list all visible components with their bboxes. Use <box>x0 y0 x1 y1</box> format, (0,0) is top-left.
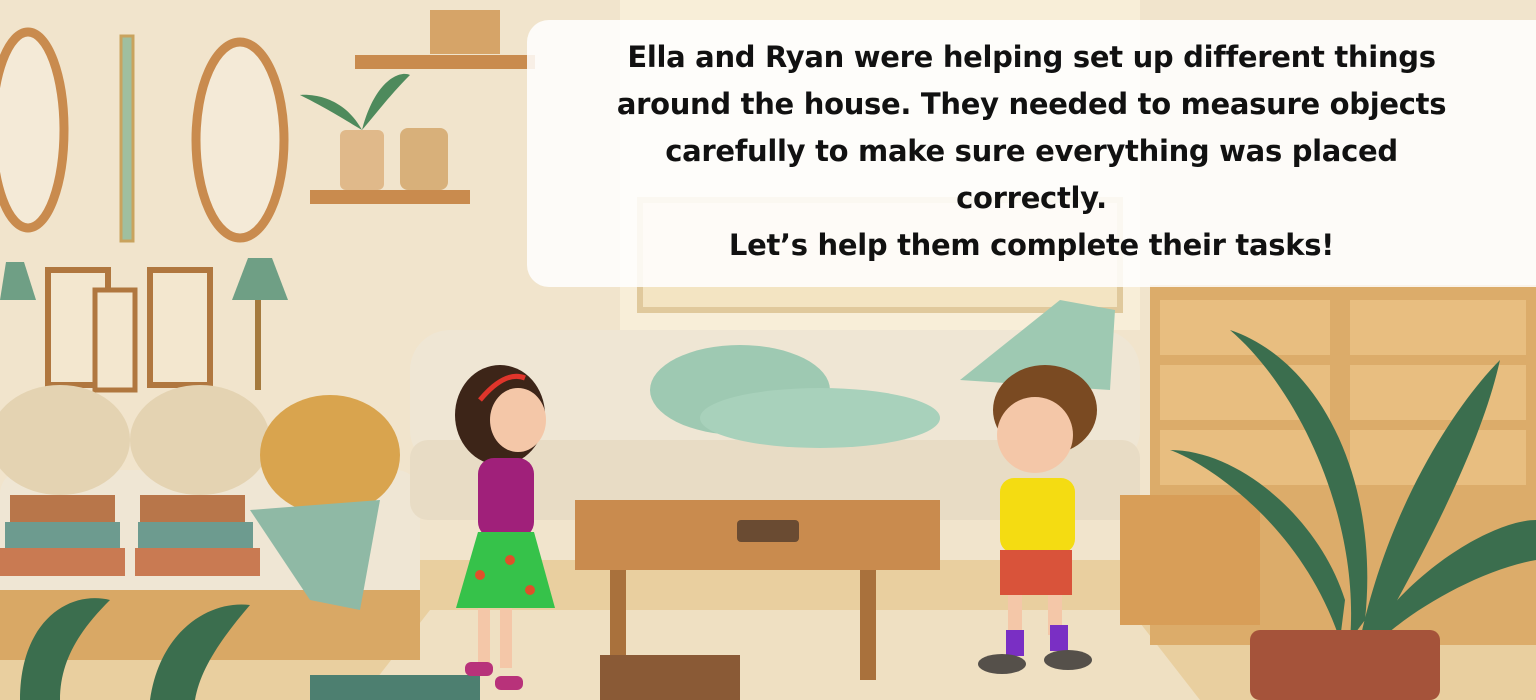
ryan-shorts <box>1000 550 1072 595</box>
story-line: Let’s help them complete their tasks! <box>728 228 1335 262</box>
book <box>138 522 253 548</box>
book <box>135 548 260 576</box>
ryan-sock <box>1006 630 1024 656</box>
dresser-drawer <box>1120 495 1260 625</box>
story-line: correctly. <box>956 181 1107 215</box>
book <box>10 495 115 523</box>
story-dialog-box: Ella and Ryan were helping set up differ… <box>527 20 1536 287</box>
sofa-pillow <box>130 385 270 495</box>
ryan-leg <box>1008 595 1022 635</box>
ella-leg <box>500 608 512 668</box>
skirt-flower <box>505 555 515 565</box>
lamp-stand <box>255 300 261 390</box>
skirt-flower <box>475 570 485 580</box>
wall-shelf <box>310 190 470 204</box>
dresser-drawer <box>1350 365 1526 420</box>
book <box>5 522 120 548</box>
story-line: Ella and Ryan were helping set up differ… <box>627 40 1436 74</box>
shelf-books <box>430 10 500 54</box>
book <box>140 495 245 523</box>
ella-shoe <box>495 676 523 690</box>
dresser-drawer <box>1160 300 1330 355</box>
wall-strip <box>119 34 135 243</box>
potted-plant-icon <box>340 130 384 190</box>
picture-frame <box>147 267 213 388</box>
story-line: around the house. They needed to measure… <box>616 87 1447 121</box>
plant-pot <box>1250 630 1440 700</box>
shelf-jar <box>400 128 448 190</box>
floor-book <box>600 655 740 700</box>
ryan-shoe <box>978 654 1026 674</box>
book <box>0 548 125 576</box>
ella-leg <box>478 608 490 668</box>
story-line: carefully to make sure everything was pl… <box>665 134 1398 168</box>
table-object <box>737 520 799 542</box>
skirt-flower <box>525 585 535 595</box>
oval-mirror-icon <box>0 27 69 233</box>
ryan-shirt <box>1000 478 1075 553</box>
ryan-shoe <box>1044 650 1092 670</box>
ella-top <box>478 458 534 538</box>
green-pillow <box>700 388 940 448</box>
oval-mirror-icon <box>191 37 289 243</box>
dresser-drawer <box>1350 300 1526 355</box>
wall-shelf <box>355 55 535 69</box>
wicker-pillow <box>260 395 400 515</box>
ella-shoe <box>465 662 493 676</box>
picture-frame <box>92 287 138 393</box>
table-leg <box>860 570 876 680</box>
floor-book <box>310 675 480 700</box>
ryan-face <box>997 397 1073 473</box>
ryan-sock <box>1050 625 1068 651</box>
ella-face <box>490 388 546 452</box>
